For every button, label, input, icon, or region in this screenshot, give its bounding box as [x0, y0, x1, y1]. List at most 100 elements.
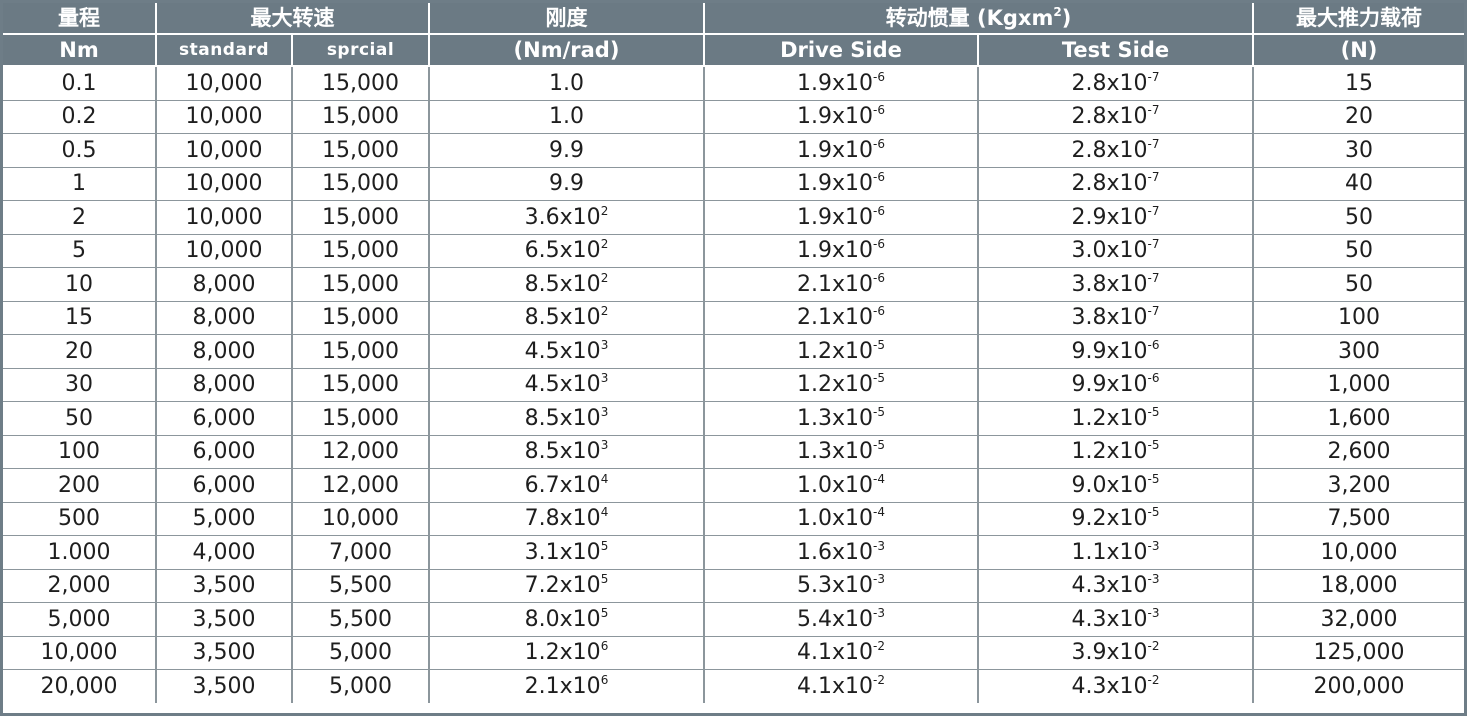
cell-speed-special: 12,000: [292, 435, 430, 469]
stiffness-exponent: 3: [600, 404, 609, 419]
test-exponent: -3: [1147, 605, 1160, 620]
stiffness-exponent: 5: [600, 538, 609, 553]
table-row: 200 6,000 12,000 6.7x104 1.0x10-4 9.0x10-5 3,2…: [3, 468, 1464, 503]
cell-inertia-test: 1.1x10-3: [978, 535, 1254, 570]
drive-exponent: -3: [873, 572, 885, 587]
table-row: 0.1 10,000 15,000 1.0 1.9x10-6 2.8x10-7 15: [3, 66, 1464, 101]
stiffness-exponent: 5: [600, 572, 609, 587]
header-inertia-close: ): [1061, 5, 1072, 30]
cell-inertia-test: 9.2x10-5: [978, 502, 1254, 536]
drive-mantissa: 1.9x10: [797, 104, 874, 130]
stiffness-exponent: 2: [600, 270, 609, 285]
drive-mantissa: 4.1x10: [797, 673, 874, 699]
test-mantissa: 2.8x10: [1071, 70, 1148, 96]
stiffness-exponent: 5: [600, 605, 609, 620]
cell-thrust: 7,500: [1253, 502, 1464, 536]
table-header: 量程 最大转速 刚度 转动惯量 (Kgxm2) 最大推力载荷 Nm standa…: [3, 3, 1464, 67]
drive-exponent: -6: [873, 103, 885, 118]
cell-range: 200: [3, 468, 157, 503]
cell-inertia-test: 9.0x10-5: [978, 468, 1254, 503]
drive-mantissa: 1.3x10: [797, 405, 874, 431]
test-mantissa: 3.9x10: [1071, 640, 1148, 666]
cell-stiffness: 7.2x105: [429, 569, 705, 603]
cell-inertia-test: 2.8x10-7: [978, 133, 1254, 168]
cell-range: 5: [3, 234, 157, 268]
stiffness-exponent: 3: [600, 438, 609, 453]
cell-inertia-drive: 5.3x10-3: [704, 569, 979, 603]
drive-mantissa: 1.9x10: [797, 137, 874, 163]
cell-speed-standard: 10,000: [156, 66, 293, 101]
cell-stiffness: 2.1x106: [429, 669, 705, 703]
cell-inertia-test: 3.8x10-7: [978, 267, 1254, 302]
test-mantissa: 9.2x10: [1071, 506, 1148, 532]
test-exponent: -7: [1147, 69, 1160, 84]
cell-inertia-test: 4.3x10-3: [978, 602, 1254, 637]
drive-mantissa: 1.0x10: [797, 472, 874, 498]
stiffness-mantissa: 8.0x10: [524, 606, 601, 632]
drive-exponent: -2: [873, 672, 885, 687]
cell-thrust: 200,000: [1313, 673, 1405, 699]
table-row: 20,000 3,500 5,000 2.1x106 4.1x10-2 4.3x10-2 2…: [3, 669, 1464, 703]
table-row: 500 5,000 10,000 7.8x104 1.0x10-4 9.2x10-5 7,5…: [3, 502, 1464, 536]
cell-thrust: 32,000: [1253, 602, 1464, 637]
test-mantissa: 2.8x10: [1071, 137, 1148, 163]
cell-thrust: 20: [1253, 100, 1464, 134]
cell-inertia-test: 1.2x10-5: [978, 435, 1254, 469]
cell-inertia-drive: 1.9x10-6: [704, 100, 979, 134]
stiffness-mantissa: 3.6x10: [524, 204, 601, 230]
cell-speed-special: 12,000: [292, 468, 430, 503]
stiffness-mantissa: 7.2x10: [524, 573, 601, 599]
cell-range: 20: [3, 334, 157, 369]
test-exponent: -2: [1147, 639, 1160, 654]
drive-mantissa: 4.1x10: [797, 640, 874, 666]
stiffness-exponent: 2: [600, 203, 609, 218]
test-mantissa: 1.1x10: [1071, 539, 1148, 565]
drive-exponent: -6: [873, 170, 885, 185]
cell-stiffness: 4.5x103: [429, 334, 705, 369]
header-inertia-drive: Drive Side: [703, 33, 979, 67]
cell-inertia-test: 9.9x10-6: [978, 368, 1254, 402]
drive-exponent: -2: [873, 639, 885, 654]
table-row: 50 6,000 15,000 8.5x103 1.3x10-5 1.2x10-5 1,60…: [3, 401, 1464, 436]
test-exponent: -6: [1147, 371, 1160, 386]
cell-speed-special: 5,000: [292, 636, 430, 670]
cell-thrust: 3,200: [1253, 468, 1464, 503]
stiffness-mantissa: 8.5x10: [524, 439, 601, 465]
stiffness-exponent: 3: [600, 337, 609, 352]
table-row: 100 6,000 12,000 8.5x103 1.3x10-5 1.2x10-5 2,6…: [3, 435, 1464, 469]
cell-inertia-drive: 1.3x10-5: [704, 401, 979, 436]
test-exponent: -5: [1147, 438, 1160, 453]
table-row: 0.2 10,000 15,000 1.0 1.9x10-6 2.8x10-7 20: [3, 100, 1464, 134]
header-range: 量程: [3, 3, 157, 35]
cell-speed-special: 15,000: [292, 100, 430, 134]
spec-table-frame: 量程 最大转速 刚度 转动惯量 (Kgxm2) 最大推力载荷 Nm standa…: [0, 0, 1467, 716]
cell-thrust: 1,000: [1253, 368, 1464, 402]
cell-inertia-drive: 4.1x10-2: [704, 669, 979, 703]
header-range-unit: Nm: [3, 33, 157, 67]
stiffness-mantissa: 6.5x10: [524, 238, 601, 264]
stiffness-mantissa: 6.7x10: [524, 472, 601, 498]
test-mantissa: 2.8x10: [1071, 171, 1148, 197]
cell-thrust: 300: [1253, 334, 1464, 369]
cell-inertia-drive: 1.9x10-6: [704, 167, 979, 201]
stiffness-mantissa: 1.0: [549, 70, 584, 96]
test-exponent: -5: [1147, 471, 1160, 486]
stiffness-mantissa: 8.5x10: [524, 405, 601, 431]
drive-exponent: -6: [873, 203, 885, 218]
cell-stiffness: 1.0: [429, 100, 705, 134]
cell-speed-special: 15,000: [292, 234, 430, 268]
cell-thrust: 2,600: [1253, 435, 1464, 469]
drive-exponent: -3: [873, 605, 885, 620]
cell-speed-special: 5,500: [292, 602, 430, 637]
cell-stiffness: 8.0x105: [429, 602, 705, 637]
cell-thrust: 50: [1253, 267, 1464, 302]
cell-inertia-drive: 1.3x10-5: [704, 435, 979, 469]
header-inertia-test: Test Side: [977, 33, 1254, 67]
drive-mantissa: 1.9x10: [797, 171, 874, 197]
cell-stiffness: 1.0: [429, 66, 705, 101]
test-mantissa: 3.8x10: [1071, 305, 1148, 331]
drive-exponent: -5: [873, 371, 885, 386]
cell-speed-standard: 3,500: [156, 636, 293, 670]
cell-inertia-drive: 4.1x10-2: [704, 636, 979, 670]
cell-stiffness: 8.5x103: [429, 435, 705, 469]
